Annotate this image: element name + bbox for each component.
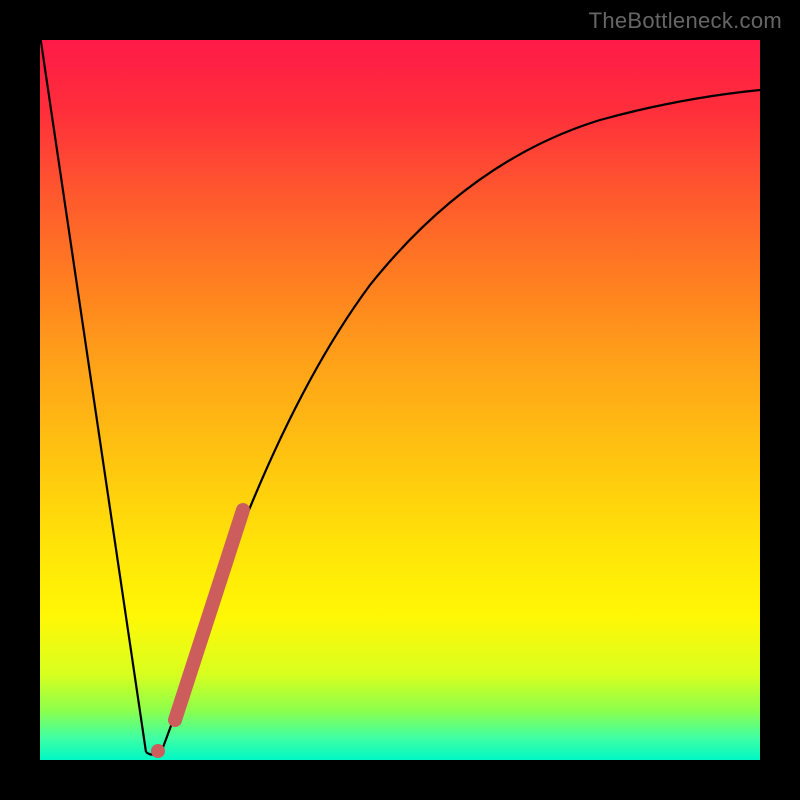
minimum-marker	[151, 744, 165, 758]
curve-right-ascent	[162, 90, 760, 750]
watermark-text: TheBottleneck.com	[589, 8, 782, 34]
chart-frame: TheBottleneck.com	[0, 0, 800, 800]
curve-layer	[40, 40, 760, 760]
plot-area	[40, 40, 760, 760]
curve-left-descent	[40, 35, 146, 752]
highlight-segment	[175, 510, 243, 720]
